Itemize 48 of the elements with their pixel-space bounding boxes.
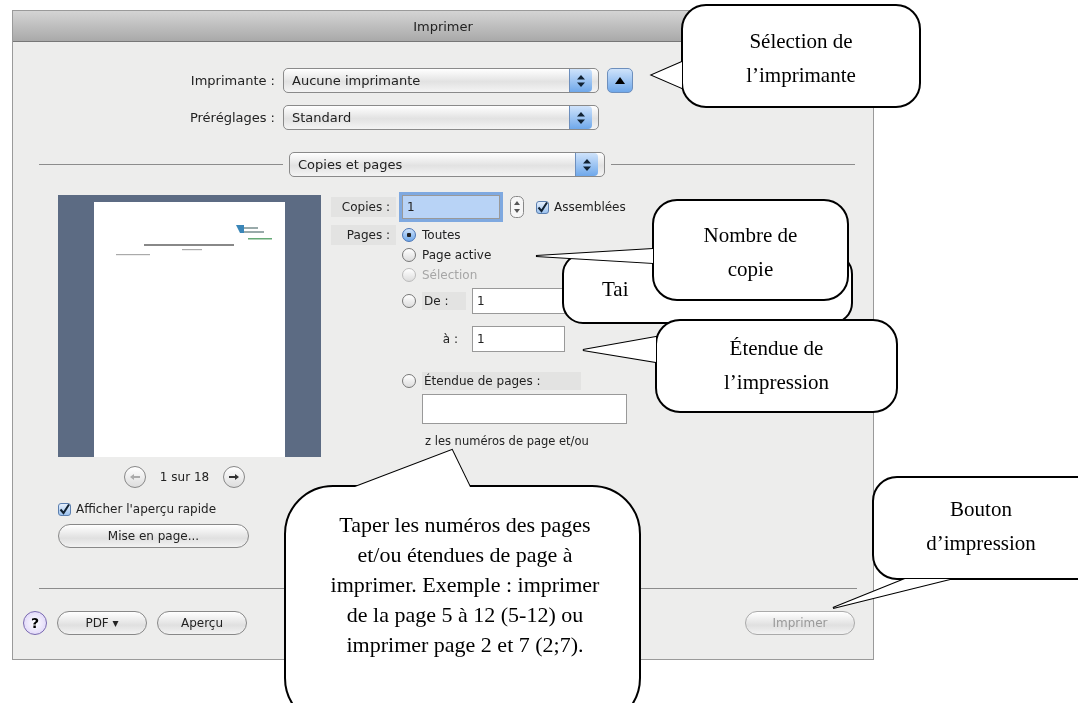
- section-popup[interactable]: Copies et pages: [289, 152, 605, 177]
- option-label: Toutes: [422, 228, 461, 242]
- to-field[interactable]: 1: [472, 326, 565, 352]
- checkbox[interactable]: [58, 502, 71, 516]
- printer-popup[interactable]: Aucune imprimante: [283, 68, 599, 93]
- page-setup-button[interactable]: Mise en page...: [58, 524, 249, 548]
- callout-text: Nombre de copie: [703, 222, 798, 283]
- up-down-arrows-icon: [577, 111, 585, 124]
- radio-button[interactable]: [402, 248, 416, 262]
- pages-label: Pages :: [331, 225, 396, 245]
- option-label: Sélection: [422, 268, 478, 282]
- callout-text: Taper les numéros des pages et/ou étendues de page à imprimer. Exemple : imprimer de la page 5 à 12 (5-12) ou imprimer page 2 et 7 (2;7).: [330, 511, 600, 659]
- right-arrow-icon: [229, 474, 240, 480]
- from-field[interactable]: 1: [472, 288, 565, 314]
- printer-label: Imprimante :: [189, 73, 275, 88]
- checkbox[interactable]: [536, 200, 549, 214]
- push-button[interactable]: PDF ▾: [57, 611, 147, 635]
- push-button[interactable]: Aperçu: [157, 611, 247, 635]
- checkbox-label: Assemblées: [554, 200, 626, 214]
- checkbox-label: Afficher l'aperçu rapide: [76, 502, 217, 516]
- disclosure-button[interactable]: [607, 68, 633, 93]
- hint-text: z les numéros de page et/ou: [425, 434, 590, 448]
- window-title: Imprimer: [413, 18, 473, 34]
- up-down-arrows-icon: [577, 74, 585, 87]
- left-arrow-icon: [129, 474, 140, 480]
- option-label: De :: [422, 292, 466, 310]
- page-indicator: 1 sur 18: [159, 470, 210, 484]
- stepper-icon[interactable]: [510, 196, 524, 218]
- presets-label: Préréglages :: [188, 110, 275, 125]
- copies-field[interactable]: 1: [402, 195, 500, 219]
- radio-button[interactable]: [402, 294, 416, 308]
- help-button[interactable]: ?: [23, 611, 47, 635]
- radio-button[interactable]: [402, 228, 416, 242]
- up-triangle-icon: [615, 77, 625, 84]
- page-range-field[interactable]: [422, 394, 627, 424]
- copies-label: Copies :: [331, 197, 396, 217]
- next-page-button[interactable]: [223, 466, 246, 488]
- option-label: Page active: [422, 248, 492, 262]
- callout-text: Tai: [602, 276, 629, 303]
- up-down-arrows-icon: [583, 158, 591, 171]
- presets-popup[interactable]: Standard: [283, 105, 599, 130]
- callout-text: Sélection de l’imprimante: [746, 28, 856, 89]
- callout-text: Étendue de l’impression: [724, 335, 829, 396]
- radio-button[interactable]: [402, 374, 416, 388]
- previous-page-button[interactable]: [123, 466, 146, 488]
- to-label: à :: [441, 332, 459, 346]
- option-label: Étendue de pages :: [422, 372, 581, 390]
- callout-text: Bouton d’impression: [926, 496, 1036, 557]
